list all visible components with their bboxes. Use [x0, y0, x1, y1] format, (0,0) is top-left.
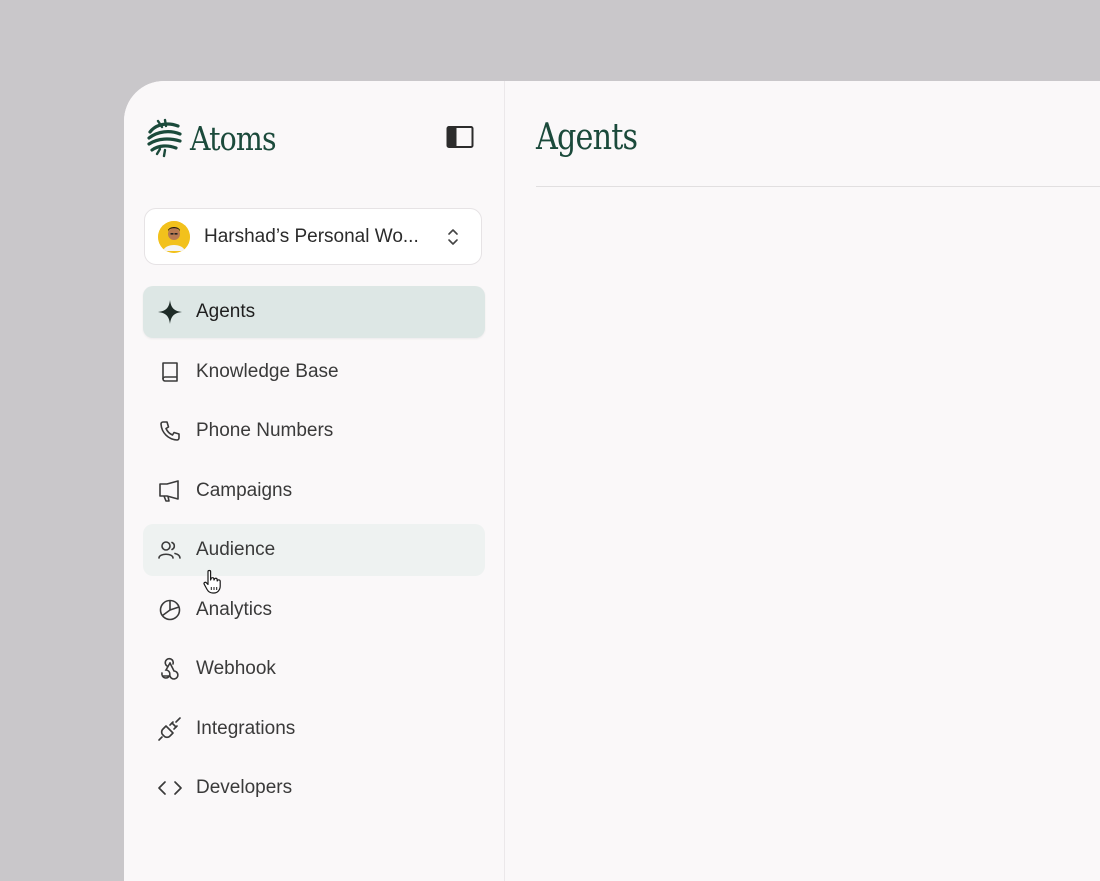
sidebar-toggle-button[interactable]	[446, 125, 474, 149]
sidebar-item-label: Integrations	[196, 717, 296, 739]
sidebar-item-phone-numbers[interactable]: Phone Numbers	[143, 405, 485, 457]
sidebar-item-knowledge-base[interactable]: Knowledge Base	[143, 346, 485, 398]
page-title: Agents	[536, 117, 638, 158]
sidebar-nav: Agents Knowledge Base Phone Numbers Camp…	[143, 286, 485, 822]
sidebar-item-label: Audience	[196, 539, 276, 560]
sidebar-item-label: Developers	[196, 777, 293, 798]
sidebar-item-integrations[interactable]: Integrations	[143, 703, 485, 755]
plug-icon	[156, 715, 184, 743]
sparkle-icon	[156, 298, 184, 326]
sidebar-item-label: Webhook	[196, 658, 276, 679]
sidebar-item-campaigns[interactable]: Campaigns	[143, 465, 485, 517]
sidebar-item-label: Phone Numbers	[196, 420, 334, 441]
sidebar-item-label: Campaigns	[196, 479, 293, 501]
avatar-image	[158, 220, 190, 253]
pie-chart-icon	[156, 596, 184, 624]
webhook-icon	[156, 655, 184, 683]
sidebar-item-audience[interactable]: Audience	[143, 524, 485, 576]
atoms-logo-icon	[147, 118, 182, 158]
sidebar-item-analytics[interactable]: Analytics	[143, 584, 485, 636]
brand[interactable]: Atoms	[146, 117, 290, 159]
workspace-name: Harshad’s Personal Wo...	[204, 225, 419, 247]
code-icon	[156, 774, 184, 802]
sidebar-item-label: Agents	[196, 301, 256, 322]
main-content: Agents	[505, 81, 1100, 881]
sidebar-toggle-icon	[446, 126, 474, 148]
app-window: Atoms Harshad’s Personal Wo... Agents Kn…	[124, 81, 1100, 881]
avatar	[158, 220, 190, 253]
book-icon	[156, 358, 184, 386]
sidebar-item-webhook[interactable]: Webhook	[143, 643, 485, 695]
brand-name: Atoms	[190, 118, 277, 158]
users-icon	[156, 536, 184, 564]
megaphone-icon	[156, 477, 184, 505]
sidebar-item-developers[interactable]: Developers	[143, 762, 485, 814]
sidebar-item-label: Analytics	[196, 598, 273, 620]
workspace-switcher[interactable]: Harshad’s Personal Wo...	[144, 208, 482, 265]
chevron-up-down-icon	[448, 229, 458, 245]
sidebar-item-label: Knowledge Base	[196, 360, 339, 382]
sidebar-item-agents[interactable]: Agents	[143, 286, 485, 338]
sidebar: Atoms Harshad’s Personal Wo... Agents Kn…	[124, 81, 505, 881]
phone-icon	[156, 417, 184, 445]
title-divider	[536, 186, 1100, 187]
